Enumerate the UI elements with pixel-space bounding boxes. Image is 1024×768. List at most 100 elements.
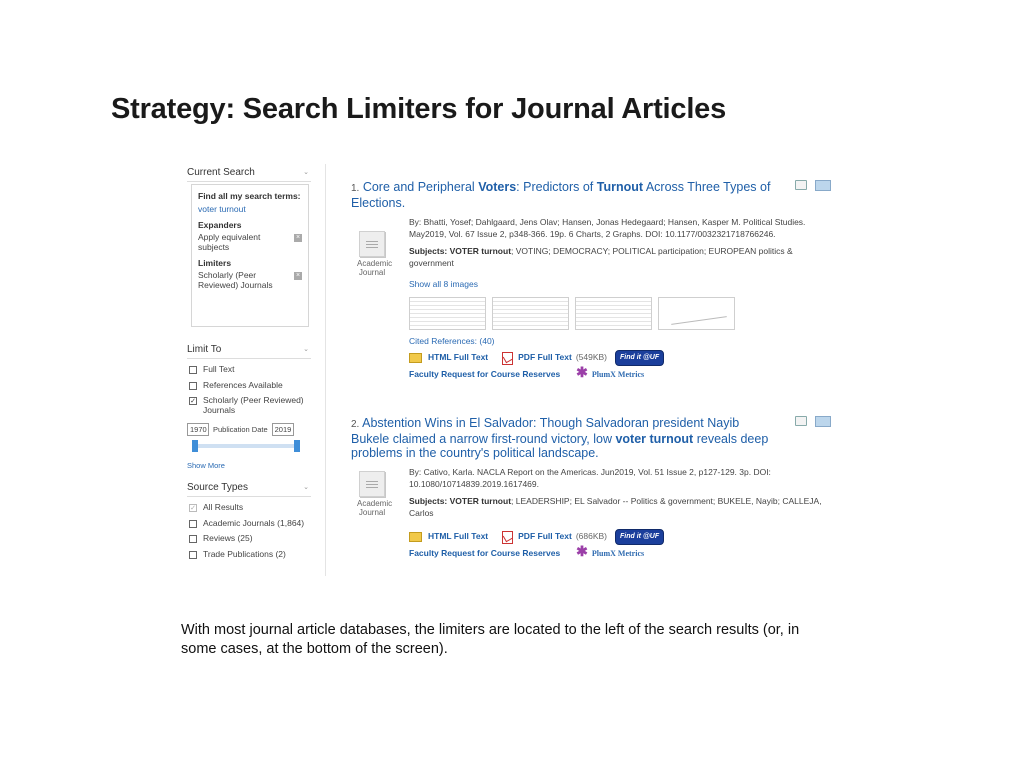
- plumx-label: PlumX Metrics: [591, 369, 645, 379]
- result-subjects: Subjects: VOTER turnout; LEADERSHIP; EL …: [409, 496, 827, 519]
- source-all-label: All Results: [203, 502, 244, 512]
- html-full-text-icon[interactable]: [409, 531, 422, 542]
- pdf-full-text-link[interactable]: PDF Full Text: [518, 352, 572, 364]
- result-title[interactable]: 2. Abstention Wins in El Salvador: Thoug…: [351, 416, 771, 460]
- course-reserves-link[interactable]: Faculty Request for Course Reserves: [409, 548, 560, 560]
- subject-highlight[interactable]: VOTER turnout: [450, 246, 511, 256]
- chart-thumbnail[interactable]: [492, 296, 569, 330]
- result-item: 2. Abstention Wins in El Salvador: Thoug…: [351, 416, 831, 561]
- chart-thumbnail[interactable]: [575, 296, 652, 330]
- subjects-label: Subjects:: [409, 496, 448, 506]
- limit-scholarly-label: Scholarly (Peer Reviewed) Journals: [203, 395, 304, 415]
- limit-scholarly[interactable]: ✓ Scholarly (Peer Reviewed) Journals: [187, 395, 311, 415]
- limit-to-heading: Limit To: [187, 344, 222, 355]
- source-trade-label: Trade Publications (2): [203, 548, 286, 559]
- result-item: 1. Core and Peripheral Voters: Predictor…: [351, 180, 831, 381]
- slide-title: Strategy: Search Limiters for Journal Ar…: [111, 93, 727, 125]
- result-body: Academic Journal By: Bhatti, Yosef; Dahl…: [351, 217, 831, 381]
- checkbox-checked-icon[interactable]: ✓: [189, 397, 197, 405]
- chart-thumbnail[interactable]: [409, 296, 486, 330]
- slide-caption: With most journal article databases, the…: [181, 622, 800, 657]
- date-from-input[interactable]: 1970: [187, 423, 209, 436]
- plumx-metrics-link[interactable]: ✱ PlumX Metrics: [576, 367, 645, 381]
- remove-expander-icon[interactable]: ×: [294, 234, 302, 242]
- source-all-results[interactable]: ✓ All Results: [187, 502, 311, 513]
- pdf-icon[interactable]: [500, 351, 514, 365]
- current-search-box: Find all my search terms: voter turnout …: [191, 184, 309, 327]
- show-images-link[interactable]: Show all 8 images: [409, 279, 831, 291]
- checkbox-icon[interactable]: [189, 535, 197, 543]
- source-trade-publications[interactable]: Trade Publications (2): [187, 548, 311, 560]
- limit-to-header[interactable]: Limit To ⌄: [187, 341, 311, 359]
- date-slider[interactable]: [187, 439, 311, 453]
- facet-sidebar: Current Search ⌄ Find all my search term…: [187, 164, 311, 559]
- limit-references-available[interactable]: References Available: [187, 379, 311, 391]
- slider-handle-start[interactable]: [192, 440, 198, 452]
- full-text-links: HTML Full Text PDF Full Text (686KB) Fin…: [409, 529, 831, 545]
- plumx-metrics-link[interactable]: ✱ PlumX Metrics: [576, 545, 645, 561]
- search-query-link[interactable]: voter turnout: [198, 204, 302, 214]
- limiter-item: Scholarly (Peer Reviewed) Journals ×: [198, 270, 302, 290]
- source-academic-journals[interactable]: Academic Journals (1,864): [187, 517, 311, 529]
- image-thumbnails: [409, 296, 831, 330]
- journal-page-icon: [359, 471, 385, 497]
- checkbox-icon[interactable]: [189, 550, 197, 559]
- html-full-text-link[interactable]: HTML Full Text: [428, 531, 488, 543]
- subject-highlight[interactable]: VOTER turnout: [450, 496, 511, 506]
- checkbox-checked-icon[interactable]: ✓: [189, 504, 197, 512]
- html-full-text-icon[interactable]: [409, 352, 422, 363]
- expander-item: Apply equivalent subjects ×: [198, 232, 302, 252]
- remove-limiter-icon[interactable]: ×: [294, 272, 302, 280]
- result-body: Academic Journal By: Cativo, Karla. NACL…: [351, 467, 831, 561]
- source-types-heading: Source Types: [187, 482, 248, 493]
- chevron-down-icon[interactable]: ⌄: [303, 345, 309, 353]
- result-subjects: Subjects: VOTER turnout; VOTING; DEMOCRA…: [409, 246, 827, 269]
- source-academic-label: Academic Journals (1,864): [203, 517, 305, 528]
- checkbox-icon[interactable]: [189, 381, 197, 390]
- plumx-icon: ✱: [576, 545, 588, 561]
- current-search-header[interactable]: Current Search ⌄: [187, 164, 311, 182]
- doc-type-label: Academic Journal: [357, 499, 393, 517]
- request-row: Faculty Request for Course Reserves ✱ Plu…: [409, 545, 831, 561]
- show-more-link[interactable]: Show More: [187, 461, 311, 470]
- checkbox-icon[interactable]: [189, 519, 197, 528]
- limiters-label: Limiters: [198, 258, 232, 268]
- slider-handle-end[interactable]: [294, 440, 300, 452]
- academic-journal-icon: Academic Journal: [357, 471, 393, 517]
- limiter-label: Scholarly (Peer Reviewed) Journals: [198, 270, 273, 290]
- preview-icon[interactable]: [795, 416, 807, 426]
- add-to-folder-icon[interactable]: [815, 416, 831, 427]
- pdf-size: (686KB): [575, 531, 608, 541]
- publication-date-range: 1970 Publication Date 2019: [187, 423, 311, 436]
- result-title[interactable]: 1. Core and Peripheral Voters: Predictor…: [351, 180, 771, 210]
- title-highlight: voter turnout: [615, 432, 694, 446]
- result-citation: By: Bhatti, Yosef; Dahlgaard, Jens Olav;…: [409, 217, 806, 239]
- graph-thumbnail[interactable]: [658, 296, 735, 330]
- limit-references-label: References Available: [203, 379, 283, 390]
- chevron-down-icon[interactable]: ⌄: [303, 168, 309, 176]
- title-highlight: Voters: [478, 180, 517, 194]
- preview-icon[interactable]: [795, 180, 807, 190]
- checkbox-icon[interactable]: [189, 366, 197, 374]
- academic-journal-icon: Academic Journal: [357, 231, 392, 277]
- result-tools: [795, 180, 831, 191]
- source-reviews[interactable]: Reviews (25): [187, 533, 311, 544]
- find-it-button[interactable]: Find it @UF: [615, 529, 665, 545]
- pdf-full-text-link[interactable]: PDF Full Text: [518, 531, 572, 543]
- publication-date-label: Publication Date: [213, 425, 268, 434]
- source-types-header[interactable]: Source Types ⌄: [187, 479, 311, 497]
- pdf-size: (549KB): [575, 352, 608, 362]
- date-to-input[interactable]: 2019: [271, 423, 294, 436]
- expander-label: Apply equivalent subjects: [198, 232, 261, 252]
- cited-references-link[interactable]: Cited References: (40): [409, 336, 831, 348]
- course-reserves-link[interactable]: Faculty Request for Course Reserves: [409, 369, 560, 381]
- chevron-down-icon[interactable]: ⌄: [303, 483, 309, 491]
- plumx-label: PlumX Metrics: [591, 548, 645, 558]
- current-search-heading: Current Search: [187, 167, 255, 178]
- find-it-button[interactable]: Find it @UF: [615, 350, 665, 366]
- expanders-label: Expanders: [198, 220, 242, 230]
- add-to-folder-icon[interactable]: [815, 180, 831, 191]
- limit-full-text[interactable]: Full Text: [187, 364, 311, 375]
- pdf-icon[interactable]: [500, 530, 514, 544]
- html-full-text-link[interactable]: HTML Full Text: [428, 352, 488, 364]
